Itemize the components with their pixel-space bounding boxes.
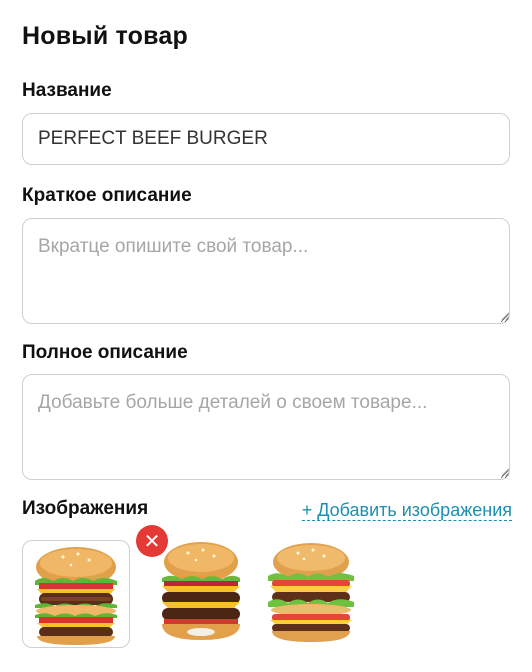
page-title: Новый товар	[22, 22, 188, 50]
add-images-link[interactable]: + Добавить изображения	[301, 500, 512, 521]
full-description-textarea[interactable]	[22, 374, 510, 480]
image-thumbnail-2[interactable]	[148, 540, 256, 648]
full-description-label: Полное описание	[22, 342, 188, 363]
short-description-textarea[interactable]	[22, 218, 510, 324]
burger-image-1	[35, 547, 117, 645]
images-label: Изображения	[22, 498, 149, 519]
name-label: Название	[22, 80, 112, 101]
burger-image-2	[162, 542, 240, 640]
burger-image-3	[268, 543, 354, 642]
image-thumbnail-1[interactable]	[22, 540, 130, 648]
name-input[interactable]	[22, 113, 510, 165]
short-description-label: Краткое описание	[22, 185, 192, 206]
image-thumbnail-3[interactable]	[258, 540, 366, 648]
